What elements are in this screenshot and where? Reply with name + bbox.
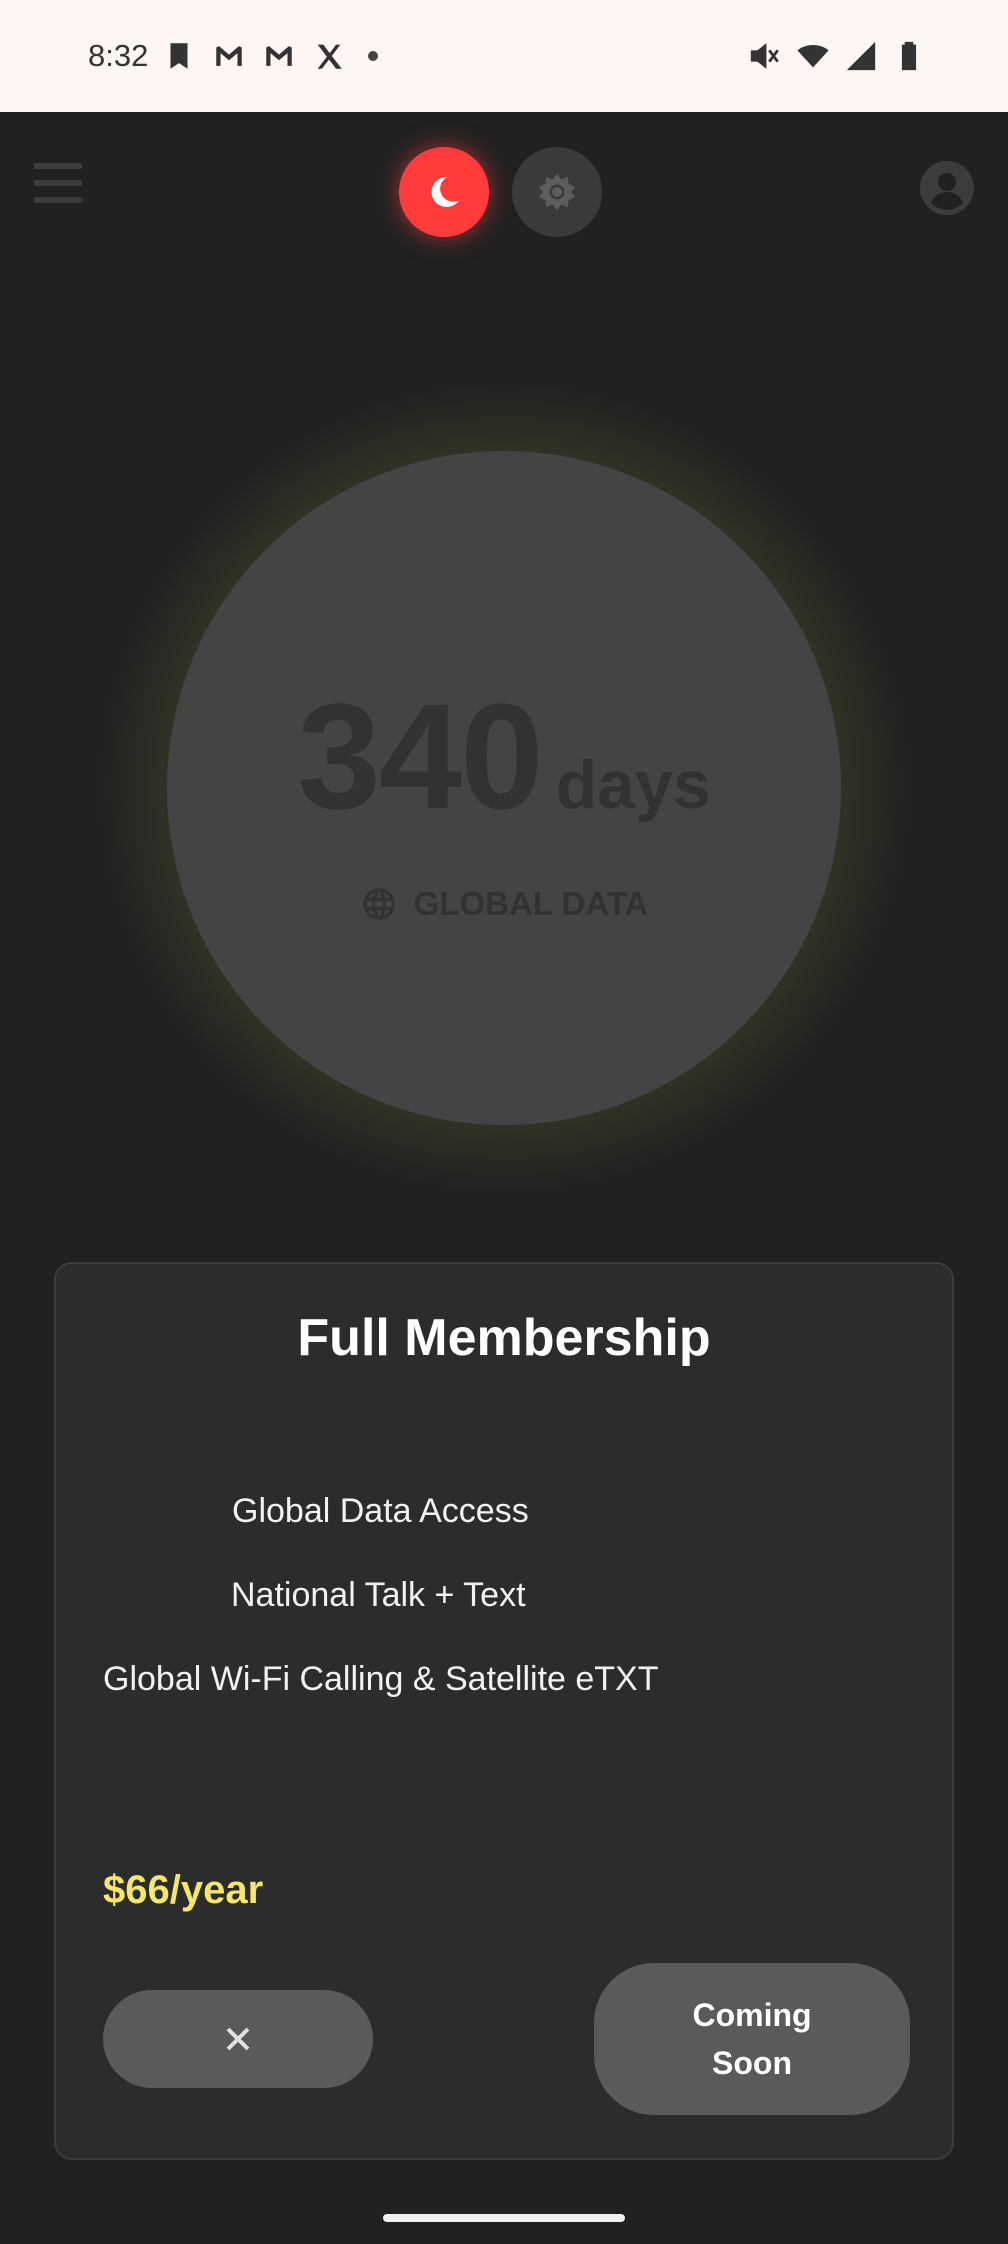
price-label: $66/year — [103, 1868, 264, 1912]
sun-icon — [538, 173, 576, 211]
battery-icon — [892, 39, 926, 73]
status-bar: 8:32 — [0, 0, 1008, 112]
card-title: Full Membership — [297, 1309, 711, 1367]
days-value: 340 — [297, 672, 543, 840]
coming-soon-button[interactable]: Coming Soon — [594, 1963, 910, 2115]
global-data-label: GLOBAL DATA — [413, 885, 649, 922]
system-icons — [748, 39, 926, 73]
x-icon — [312, 39, 346, 73]
membership-card: Full Membership Global Data Access Natio… — [54, 1262, 954, 2160]
gmail-icon — [262, 39, 296, 73]
days-counter: 340 days — [0, 670, 1008, 843]
more-notifications-dot — [368, 51, 379, 61]
status-time: 8:32 — [88, 38, 149, 73]
globe-icon — [362, 888, 395, 920]
home-indicator[interactable] — [383, 2214, 625, 2222]
close-icon — [226, 2027, 250, 2051]
hamburger-menu-icon[interactable] — [34, 163, 82, 211]
account-icon[interactable] — [920, 161, 974, 215]
moon-icon — [431, 176, 459, 207]
bookmark-icon — [162, 39, 196, 73]
days-unit: days — [555, 747, 711, 823]
feature-item: Global Data Access — [232, 1492, 529, 1530]
close-button[interactable] — [103, 1990, 373, 2088]
gmail-icon — [212, 39, 246, 73]
feature-item: National Talk + Text — [231, 1576, 526, 1614]
signal-icon — [844, 39, 878, 73]
notification-icons — [162, 39, 379, 73]
feature-item: Global Wi-Fi Calling & Satellite eTXT — [103, 1660, 659, 1698]
wifi-icon — [796, 39, 830, 73]
light-mode-button[interactable] — [512, 147, 602, 237]
dark-mode-button[interactable] — [399, 147, 489, 237]
data-type-label: GLOBAL DATA — [0, 885, 1008, 923]
mute-icon — [748, 39, 782, 73]
coming-soon-label: Coming Soon — [692, 1997, 812, 2081]
